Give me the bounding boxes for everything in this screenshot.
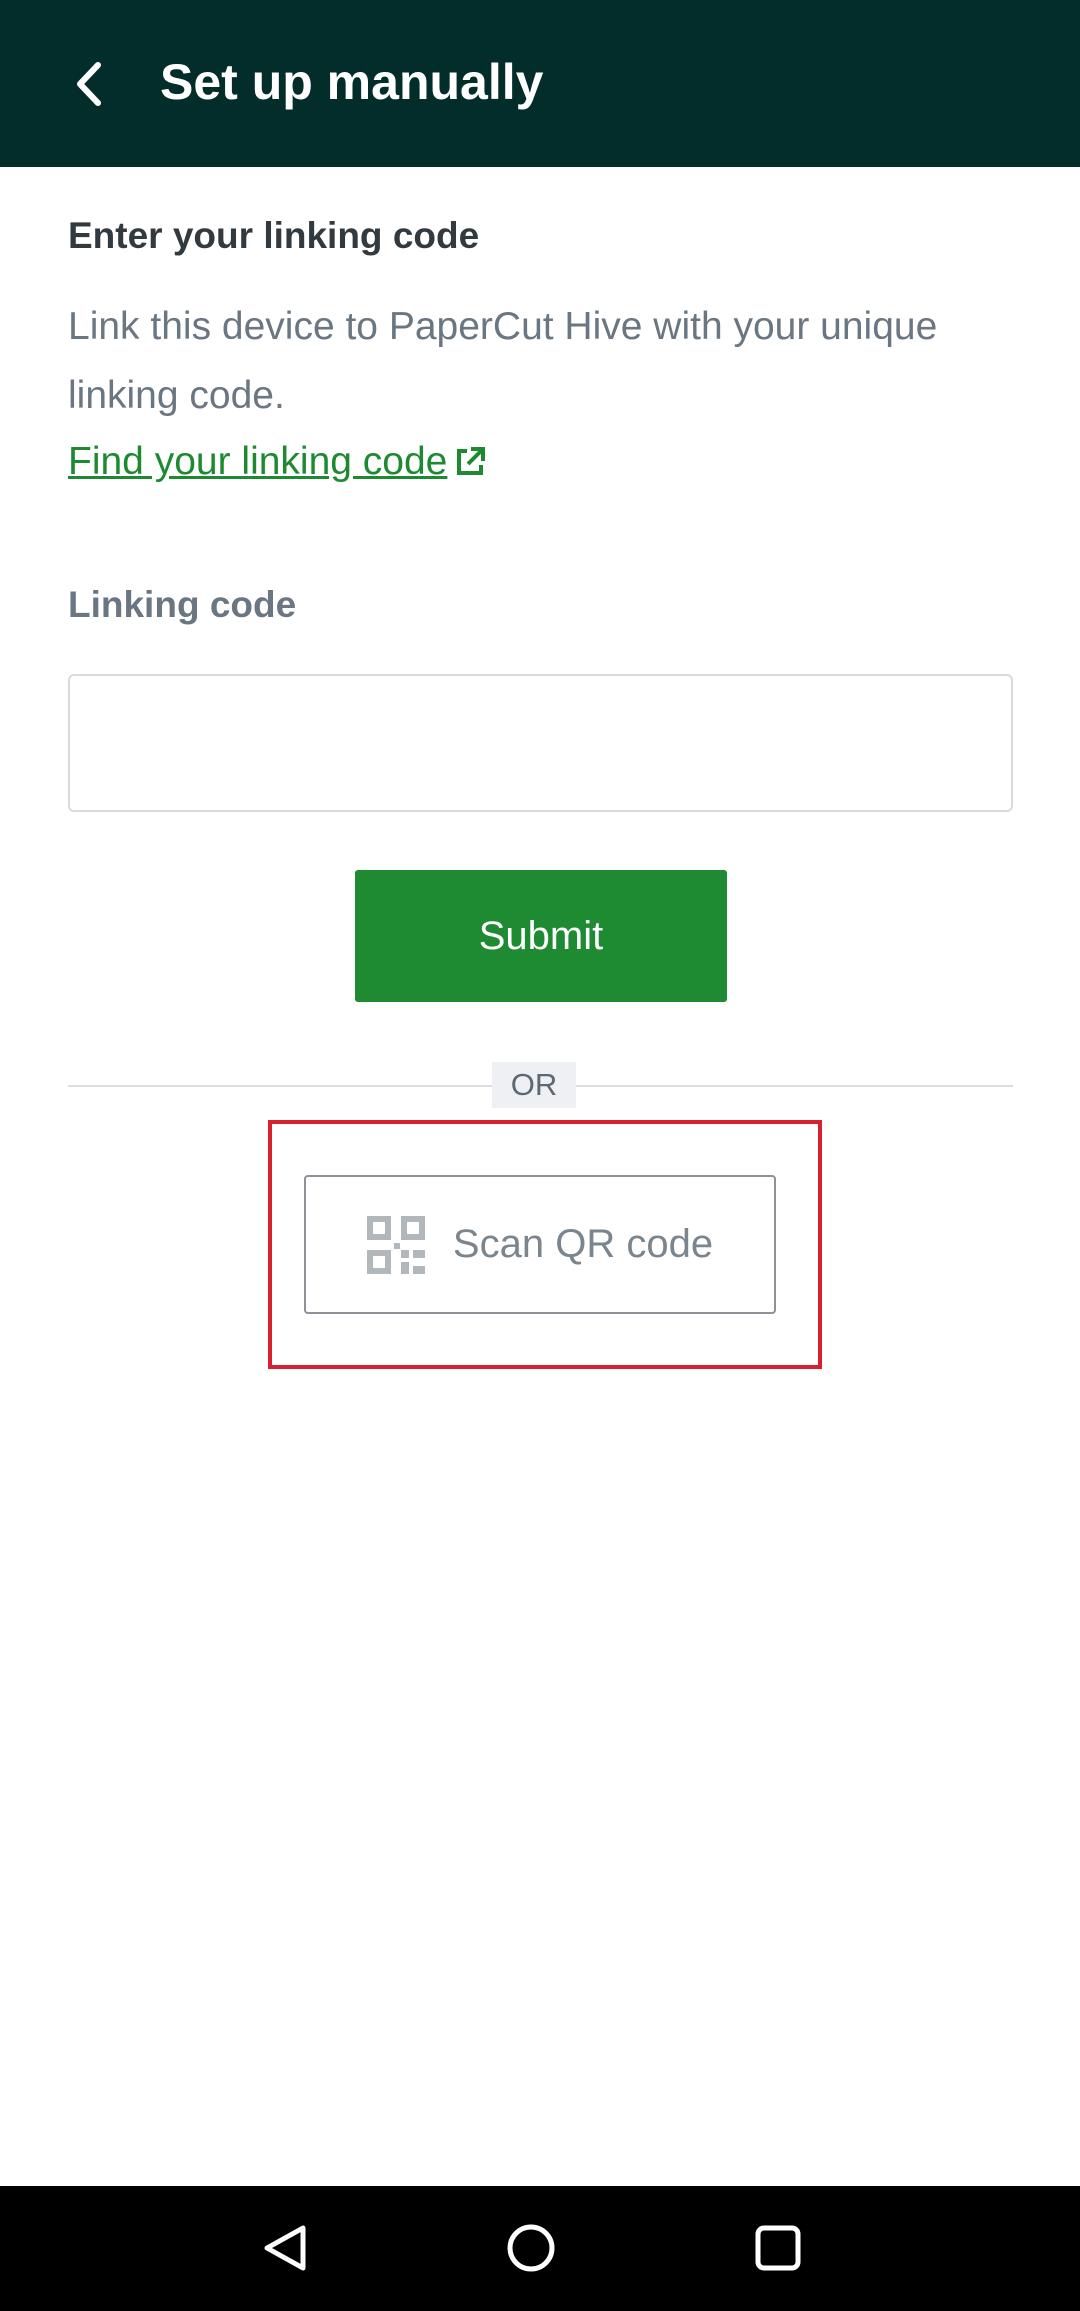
page-title: Set up manually [160,54,544,110]
find-linking-code-label: Find your linking code [68,440,448,483]
scan-qr-code-label: Scan QR code [452,1222,714,1266]
nav-back-button[interactable] [245,2208,325,2288]
section-title: Enter your linking code [68,215,480,256]
find-linking-code-link[interactable]: Find your linking code [68,440,487,484]
section-description: Link this device to PaperCut Hive with y… [68,305,938,417]
qr-code-icon [366,1215,425,1274]
nav-recents-button[interactable] [738,2208,818,2288]
or-separator: OR [492,1062,576,1108]
home-circle-icon [507,2224,555,2272]
back-button[interactable] [50,44,130,124]
nav-home-button[interactable] [491,2208,571,2288]
scan-qr-code-button[interactable]: Scan QR code [304,1175,776,1314]
submit-button[interactable]: Submit [355,870,727,1002]
recents-square-icon [755,2225,801,2271]
linking-code-label: Linking code [68,584,297,625]
system-navigation-bar [0,2186,1080,2311]
app-bar: Set up manually [0,0,1080,167]
linking-code-input[interactable] [68,674,1013,812]
external-link-icon [453,445,487,479]
chevron-left-icon [77,62,101,106]
back-triangle-icon [264,2225,306,2271]
